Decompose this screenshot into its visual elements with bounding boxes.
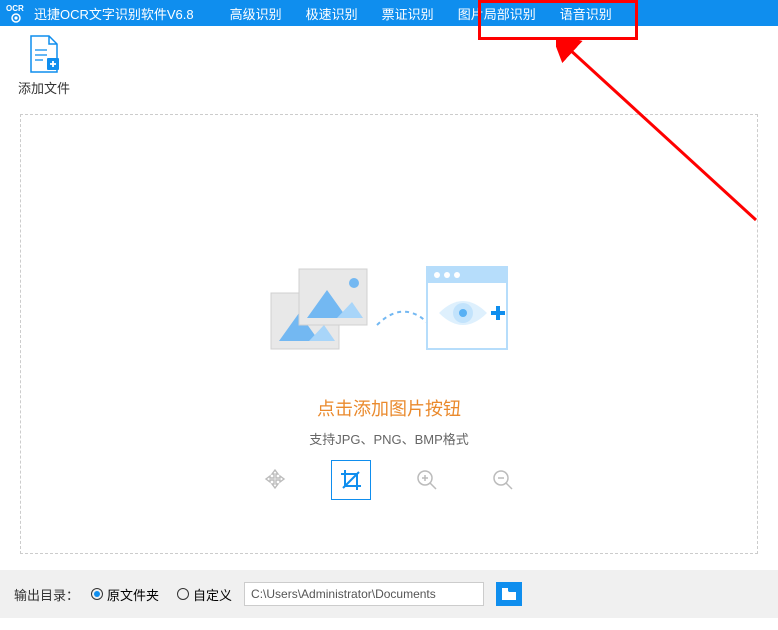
radio-custom-folder[interactable]: 自定义 <box>177 585 232 604</box>
tab-ticket[interactable]: 票证识别 <box>370 0 446 26</box>
add-file-button[interactable]: 添加文件 <box>18 34 70 97</box>
tab-advanced[interactable]: 高级识别 <box>218 0 294 26</box>
output-path-field[interactable] <box>244 582 484 606</box>
toolbar: 添加文件 <box>0 26 778 104</box>
move-tool[interactable] <box>255 460 295 500</box>
crop-icon <box>339 468 363 492</box>
dropzone-subtext: 支持JPG、PNG、BMP格式 <box>309 429 469 448</box>
output-dir-label: 输出目录： <box>14 585 79 604</box>
app-logo: OCR <box>6 3 26 23</box>
zoom-out-tool[interactable] <box>483 460 523 500</box>
nav-tabs: 高级识别 极速识别 票证识别 图片局部识别 语音识别 <box>218 0 624 26</box>
main-area: 点击添加图片按钮 支持JPG、PNG、BMP格式 <box>0 104 778 570</box>
svg-text:OCR: OCR <box>6 4 24 13</box>
add-file-label: 添加文件 <box>18 78 70 97</box>
folder-icon <box>501 587 517 601</box>
footer-bar: 输出目录： 原文件夹 自定义 <box>0 570 778 618</box>
dropzone[interactable]: 点击添加图片按钮 支持JPG、PNG、BMP格式 <box>20 114 758 554</box>
dropzone-prompt: 点击添加图片按钮 <box>317 395 461 421</box>
radio-custom-label: 自定义 <box>193 585 232 604</box>
zoom-in-icon <box>415 468 439 492</box>
dropzone-illustration <box>269 263 509 373</box>
tab-region[interactable]: 图片局部识别 <box>446 0 548 26</box>
crop-tool[interactable] <box>331 460 371 500</box>
tab-voice[interactable]: 语音识别 <box>548 0 624 26</box>
browse-folder-button[interactable] <box>496 582 522 606</box>
radio-original-label: 原文件夹 <box>107 585 159 604</box>
title-bar: OCR 迅捷OCR文字识别软件V6.8 高级识别 极速识别 票证识别 图片局部识… <box>0 0 778 26</box>
radio-icon <box>91 588 103 600</box>
zoom-in-tool[interactable] <box>407 460 447 500</box>
document-plus-icon <box>27 34 61 74</box>
radio-original-folder[interactable]: 原文件夹 <box>91 585 159 604</box>
output-dir-radios: 原文件夹 自定义 <box>91 585 232 604</box>
tab-fast[interactable]: 极速识别 <box>294 0 370 26</box>
dropzone-tools <box>255 460 523 500</box>
radio-icon <box>177 588 189 600</box>
move-icon <box>263 468 287 492</box>
logo-icon: OCR <box>6 3 26 23</box>
app-title: 迅捷OCR文字识别软件V6.8 <box>34 4 194 23</box>
zoom-out-icon <box>491 468 515 492</box>
